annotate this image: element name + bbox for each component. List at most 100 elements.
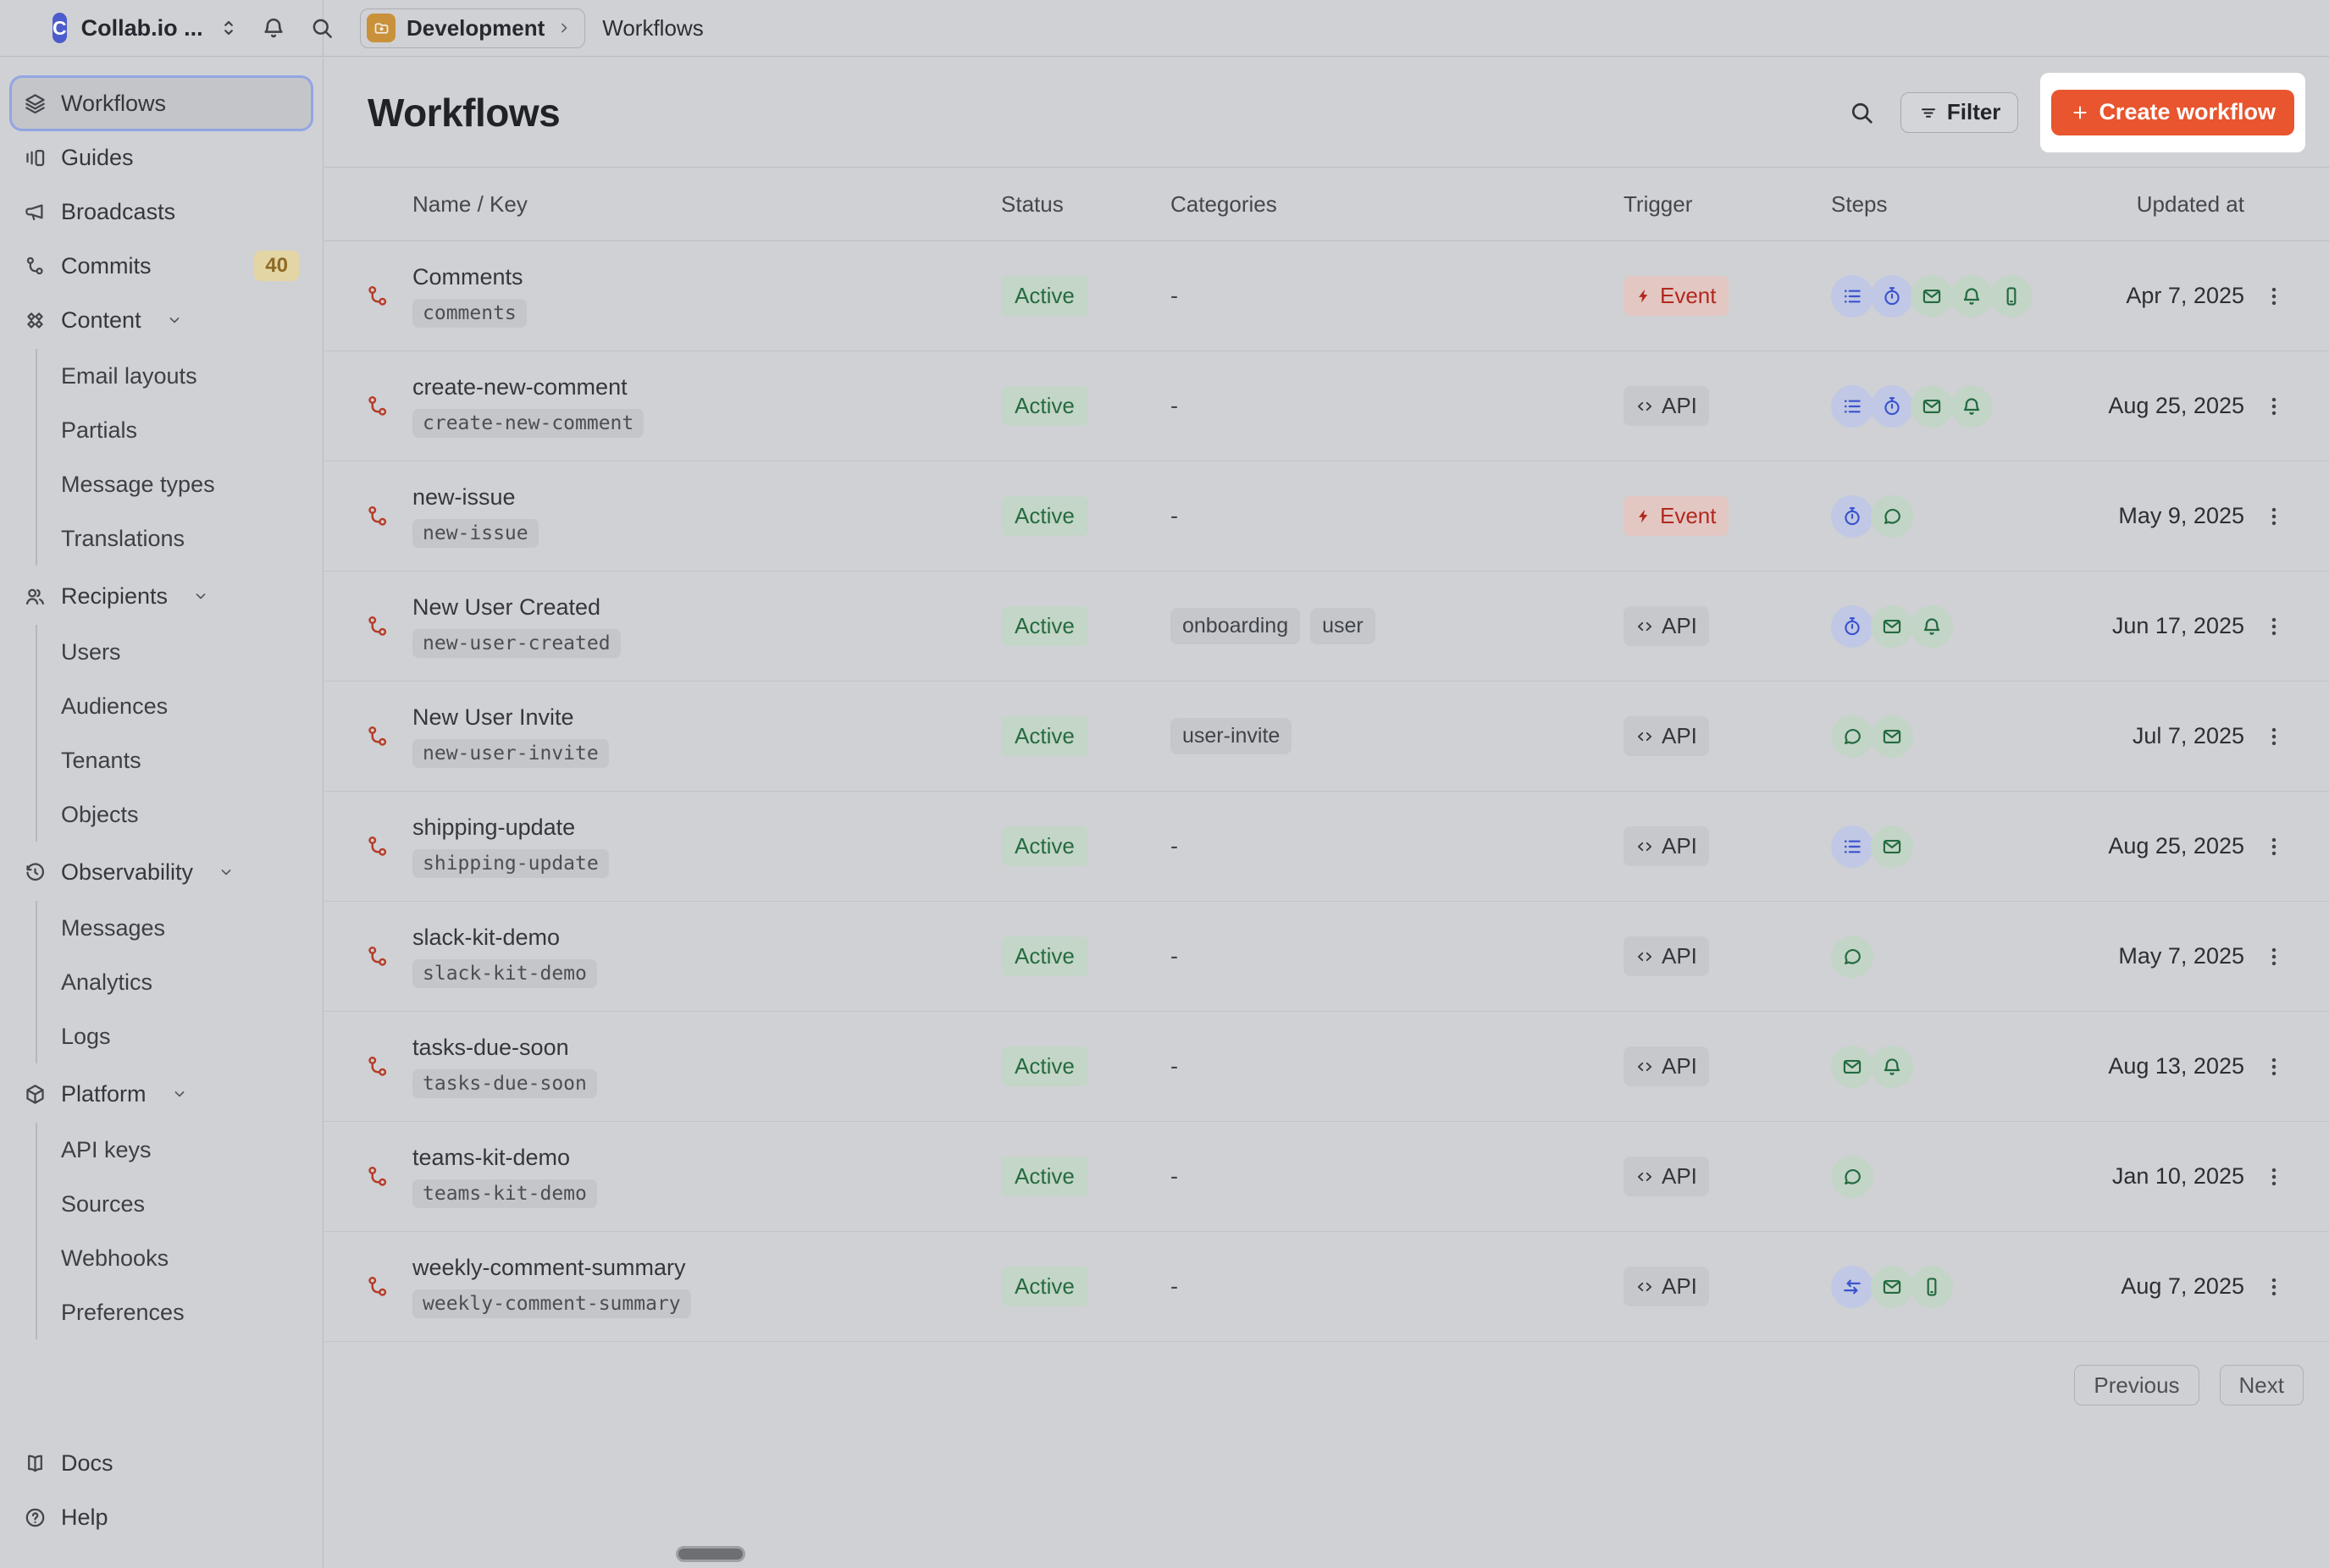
previous-button[interactable]: Previous — [2074, 1365, 2199, 1405]
sidebar-subitem-users[interactable]: Users — [61, 625, 311, 679]
updated-at: Aug 7, 2025 — [2102, 1273, 2244, 1300]
workflow-name-key: shipping-updateshipping-update — [412, 814, 1001, 878]
status-badge: Active — [1001, 496, 1088, 536]
sidebar-item-docs[interactable]: Docs — [12, 1438, 311, 1488]
sidebar-item-guides[interactable]: Guides — [12, 132, 311, 183]
step-mail-icon — [1871, 715, 1913, 758]
row-actions-button[interactable] — [2257, 1270, 2291, 1304]
workflow-name: slack-kit-demo — [412, 925, 1001, 951]
sidebar-subitem-translations[interactable]: Translations — [61, 511, 311, 566]
sidebar-subitem-logs[interactable]: Logs — [61, 1009, 311, 1063]
trigger-label: API — [1662, 1273, 1697, 1300]
sidebar-item-content[interactable]: Content — [12, 295, 311, 345]
page-title: Workflows — [368, 90, 560, 135]
toolbar: Filter Create workflow — [1845, 73, 2305, 152]
row-actions-button[interactable] — [2257, 1050, 2291, 1084]
environment-badge[interactable]: Development — [360, 8, 585, 48]
row-actions-button[interactable] — [2257, 830, 2291, 864]
workflow-icon — [365, 1164, 412, 1190]
chevron-down-icon[interactable] — [218, 864, 235, 881]
row-actions-button[interactable] — [2257, 720, 2291, 754]
sidebar-item-workflows[interactable]: Workflows — [12, 78, 311, 129]
workflow-key-chip: new-issue — [412, 519, 539, 548]
status-badge: Active — [1001, 1267, 1088, 1306]
workflow-icon — [365, 504, 412, 529]
workflow-key-chip: slack-kit-demo — [412, 959, 597, 988]
chevron-down-icon[interactable] — [171, 1085, 188, 1102]
topbar: C Collab.io ... Development Workflows — [0, 0, 2329, 57]
org-switcher[interactable]: C Collab.io ... — [0, 0, 324, 56]
table-row[interactable]: weekly-comment-summaryweekly-comment-sum… — [324, 1232, 2329, 1342]
workflow-name: new-issue — [412, 484, 1001, 511]
horizontal-scrollbar-thumb[interactable] — [676, 1546, 745, 1562]
table-row[interactable]: teams-kit-demoteams-kit-demoActive-APIJa… — [324, 1122, 2329, 1232]
sidebar-item-help[interactable]: Help — [12, 1492, 311, 1543]
steps-cell — [1831, 495, 2102, 538]
column-header-status: Status — [1001, 191, 1170, 218]
sidebar-subitem-messages[interactable]: Messages — [61, 901, 311, 955]
search-button[interactable] — [1845, 96, 1878, 130]
trigger-label: API — [1662, 613, 1697, 639]
updated-at: Aug 25, 2025 — [2102, 393, 2244, 419]
updated-at: Aug 25, 2025 — [2102, 833, 2244, 859]
column-header-updated-at: Updated at — [2102, 191, 2244, 218]
step-chat-icon — [1871, 495, 1913, 538]
sidebar-subitem-objects[interactable]: Objects — [61, 787, 311, 842]
row-actions-button[interactable] — [2257, 389, 2291, 423]
next-button[interactable]: Next — [2220, 1365, 2304, 1405]
sidebar-subitem-analytics[interactable]: Analytics — [61, 955, 311, 1009]
empty-categories-dash: - — [1170, 393, 1178, 419]
row-actions-button[interactable] — [2257, 279, 2291, 313]
workflow-name-key: teams-kit-demoteams-kit-demo — [412, 1145, 1001, 1208]
sidebar-item-commits[interactable]: Commits40 — [12, 240, 311, 291]
sidebar-subitem-tenants[interactable]: Tenants — [61, 733, 311, 787]
empty-categories-dash: - — [1170, 503, 1178, 529]
sidebar-subitem-email-layouts[interactable]: Email layouts — [61, 349, 311, 403]
row-actions-button[interactable] — [2257, 500, 2291, 533]
kebab-icon — [2262, 284, 2286, 308]
kebab-icon — [2262, 505, 2286, 528]
status-badge: Active — [1001, 386, 1088, 426]
sidebar-subitem-partials[interactable]: Partials — [61, 403, 311, 457]
sidebar-subitem-preferences[interactable]: Preferences — [61, 1285, 311, 1339]
breadcrumb-page: Workflows — [602, 15, 703, 41]
sidebar-item-observability[interactable]: Observability — [12, 847, 311, 897]
create-workflow-button[interactable]: Create workflow — [2051, 90, 2294, 135]
sidebar-subitem-api-keys[interactable]: API keys — [61, 1123, 311, 1177]
table-row[interactable]: New User Creatednew-user-createdActiveon… — [324, 571, 2329, 682]
step-mail-icon — [1871, 825, 1913, 868]
api-code-icon — [1635, 617, 1654, 636]
row-actions-button[interactable] — [2257, 1160, 2291, 1194]
sidebar-subitem-message-types[interactable]: Message types — [61, 457, 311, 511]
workflow-name-key: New User Creatednew-user-created — [412, 594, 1001, 658]
sidebar-item-recipients[interactable]: Recipients — [12, 571, 311, 621]
step-mail-icon — [1911, 385, 1953, 428]
sidebar-item-label: Broadcasts — [61, 199, 175, 225]
sidebar-item-broadcasts[interactable]: Broadcasts — [12, 186, 311, 237]
table-row[interactable]: CommentscommentsActive-EventApr 7, 2025 — [324, 241, 2329, 351]
filter-button[interactable]: Filter — [1900, 92, 2019, 133]
status-badge: Active — [1001, 276, 1088, 316]
sidebar-subitem-audiences[interactable]: Audiences — [61, 679, 311, 733]
status-badge: Active — [1001, 1157, 1088, 1196]
sidebar-item-platform[interactable]: Platform — [12, 1068, 311, 1119]
chevron-down-icon[interactable] — [192, 588, 209, 605]
table-row[interactable]: tasks-due-soontasks-due-soonActive-APIAu… — [324, 1012, 2329, 1122]
steps-cell — [1831, 605, 2102, 648]
table-row[interactable]: new-issuenew-issueActive-EventMay 9, 202… — [324, 461, 2329, 571]
sidebar-subitem-sources[interactable]: Sources — [61, 1177, 311, 1231]
workflow-name-key: New User Invitenew-user-invite — [412, 704, 1001, 768]
sidebar-subitem-webhooks[interactable]: Webhooks — [61, 1231, 311, 1285]
chevron-down-icon[interactable] — [166, 312, 183, 329]
workflow-key-chip: teams-kit-demo — [412, 1179, 597, 1208]
table-row[interactable]: slack-kit-demoslack-kit-demoActive-APIMa… — [324, 902, 2329, 1012]
table-row[interactable]: create-new-commentcreate-new-commentActi… — [324, 351, 2329, 461]
row-actions-button[interactable] — [2257, 940, 2291, 974]
org-name: Collab.io ... — [81, 15, 203, 41]
org-selector-updown-icon[interactable] — [218, 17, 240, 39]
table-row[interactable]: shipping-updateshipping-updateActive-API… — [324, 792, 2329, 902]
step-chat-icon — [1831, 1156, 1873, 1198]
row-actions-button[interactable] — [2257, 610, 2291, 643]
notifications-bell-icon[interactable] — [261, 15, 286, 41]
table-row[interactable]: New User Invitenew-user-inviteActiveuser… — [324, 682, 2329, 792]
